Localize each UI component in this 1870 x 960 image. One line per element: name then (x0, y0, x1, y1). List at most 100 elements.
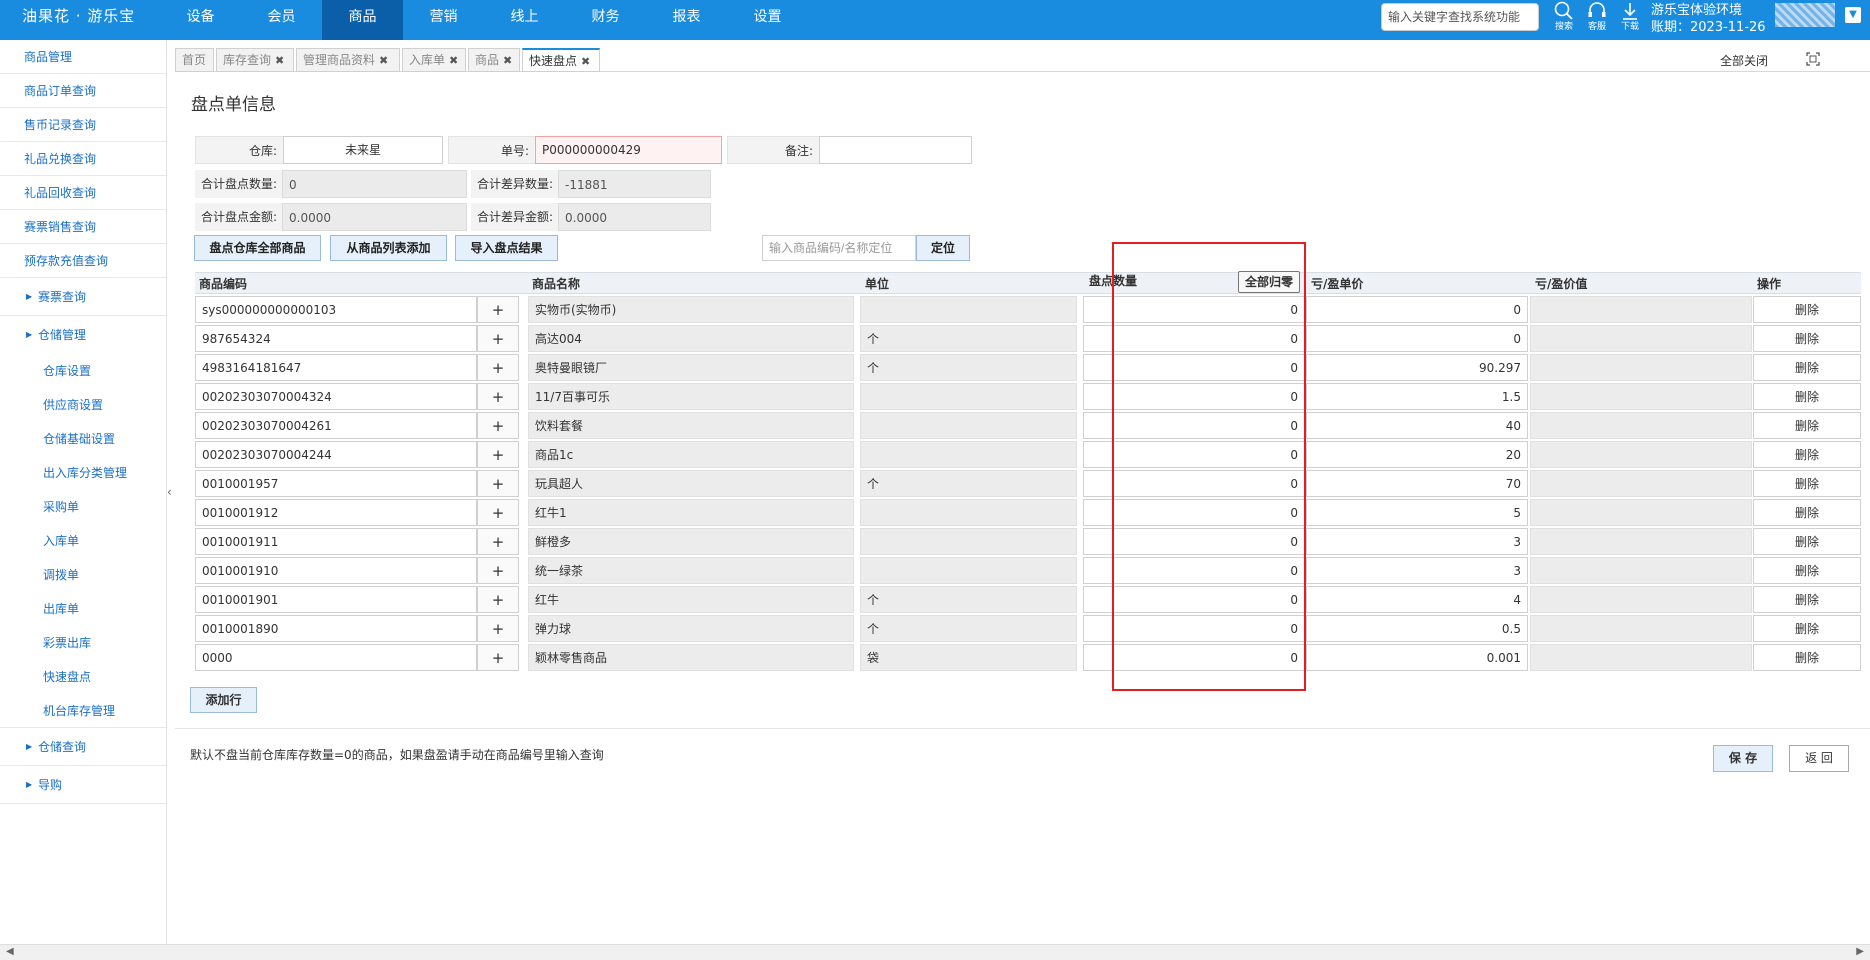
close-icon[interactable]: ✖ (275, 54, 284, 67)
sidebar-item-storage-basic-settings[interactable]: 仓储基础设置 (0, 422, 166, 456)
goods-code-field[interactable]: 0010001890 (195, 615, 477, 642)
goods-code-field[interactable]: sys000000000000103 (195, 296, 477, 323)
add-goods-button[interactable]: + (477, 296, 519, 323)
import-results-button[interactable]: 导入盘点结果 (455, 235, 558, 261)
delete-row-button[interactable]: 删除 (1753, 296, 1861, 323)
unit-price-field[interactable]: 40 (1306, 412, 1528, 439)
scroll-right-icon[interactable]: ▶ (1856, 946, 1864, 957)
close-all-tabs-button[interactable]: 全部关闭 (1720, 52, 1768, 69)
back-button[interactable]: 返 回 (1789, 745, 1849, 772)
unit-price-field[interactable]: 0.5 (1306, 615, 1528, 642)
delete-row-button[interactable]: 删除 (1753, 499, 1861, 526)
stocktake-quantity-field[interactable]: 0 (1083, 615, 1305, 642)
goods-code-field[interactable]: 0010001911 (195, 528, 477, 555)
add-goods-button[interactable]: + (477, 383, 519, 410)
delete-row-button[interactable]: 删除 (1753, 354, 1861, 381)
tab-goods[interactable]: 商品 ✖ (468, 48, 520, 72)
delete-row-button[interactable]: 删除 (1753, 412, 1861, 439)
sidebar-item-deposit[interactable]: 预存款充值查询 (0, 244, 166, 278)
unit-price-field[interactable]: 3 (1306, 528, 1528, 555)
nav-item-marketing[interactable]: 营销 (403, 0, 484, 40)
unit-price-field[interactable]: 3 (1306, 557, 1528, 584)
sidebar-item-outbound-order[interactable]: 出库单 (0, 592, 166, 626)
zero-all-button[interactable]: 全部归零 (1238, 271, 1300, 293)
add-goods-button[interactable]: + (477, 441, 519, 468)
goods-code-field[interactable]: 987654324 (195, 325, 477, 352)
sidebar-item-goods-management[interactable]: 商品管理 (0, 40, 166, 74)
nav-item-online[interactable]: 线上 (484, 0, 565, 40)
add-goods-button[interactable]: + (477, 412, 519, 439)
close-icon[interactable]: ✖ (581, 55, 590, 68)
sidebar-group-warehouse-query[interactable]: ▶ 仓储查询 (0, 728, 166, 766)
sidebar-item-ticket-sales[interactable]: 赛票销售查询 (0, 210, 166, 244)
goods-code-field[interactable]: 4983164181647 (195, 354, 477, 381)
stocktake-quantity-field[interactable]: 0 (1083, 499, 1305, 526)
unit-price-field[interactable]: 1.5 (1306, 383, 1528, 410)
sidebar-item-supplier-settings[interactable]: 供应商设置 (0, 388, 166, 422)
horizontal-scrollbar[interactable]: ◀ ▶ (0, 944, 1870, 960)
unit-price-field[interactable]: 20 (1306, 441, 1528, 468)
stocktake-quantity-field[interactable]: 0 (1083, 586, 1305, 613)
stocktake-quantity-field[interactable]: 0 (1083, 383, 1305, 410)
sidebar-item-machine-inventory[interactable]: 机台库存管理 (0, 694, 166, 728)
nav-item-reports[interactable]: 报表 (646, 0, 727, 40)
goods-code-field[interactable]: 00202303070004261 (195, 412, 477, 439)
close-icon[interactable]: ✖ (449, 54, 458, 67)
stocktake-quantity-field[interactable]: 0 (1083, 296, 1305, 323)
add-goods-button[interactable]: + (477, 499, 519, 526)
add-from-list-button[interactable]: 从商品列表添加 (330, 235, 447, 261)
tab-home[interactable]: 首页 (175, 48, 214, 72)
customer-service-tool[interactable]: 客服 (1583, 0, 1611, 36)
goods-code-field[interactable]: 0000 (195, 644, 477, 671)
unit-price-field[interactable]: 5 (1306, 499, 1528, 526)
sidebar-item-transfer-order[interactable]: 调拨单 (0, 558, 166, 592)
delete-row-button[interactable]: 删除 (1753, 528, 1861, 555)
close-icon[interactable]: ✖ (503, 54, 512, 67)
delete-row-button[interactable]: 删除 (1753, 557, 1861, 584)
delete-row-button[interactable]: 删除 (1753, 325, 1861, 352)
add-goods-button[interactable]: + (477, 615, 519, 642)
unit-price-field[interactable]: 90.297 (1306, 354, 1528, 381)
add-goods-button[interactable]: + (477, 644, 519, 671)
close-icon[interactable]: ✖ (379, 54, 388, 67)
nav-item-settings[interactable]: 设置 (727, 0, 808, 40)
delete-row-button[interactable]: 删除 (1753, 383, 1861, 410)
warehouse-field[interactable]: 未来星 (283, 136, 443, 164)
goods-code-field[interactable]: 0010001901 (195, 586, 477, 613)
nav-item-goods[interactable]: 商品 (322, 0, 403, 40)
add-goods-button[interactable]: + (477, 557, 519, 584)
stocktake-quantity-field[interactable]: 0 (1083, 354, 1305, 381)
stocktake-quantity-field[interactable]: 0 (1083, 528, 1305, 555)
delete-row-button[interactable]: 删除 (1753, 615, 1861, 642)
delete-row-button[interactable]: 删除 (1753, 441, 1861, 468)
goods-code-field[interactable]: 00202303070004324 (195, 383, 477, 410)
goods-code-field[interactable]: 00202303070004244 (195, 441, 477, 468)
sidebar-item-coin-sales[interactable]: 售币记录查询 (0, 108, 166, 142)
add-goods-button[interactable]: + (477, 586, 519, 613)
goods-code-field[interactable]: 0010001912 (195, 499, 477, 526)
locate-goods-input[interactable] (762, 235, 916, 261)
sidebar-collapse-icon[interactable]: ‹ (167, 485, 175, 499)
stocktake-quantity-field[interactable]: 0 (1083, 412, 1305, 439)
goods-code-field[interactable]: 0010001910 (195, 557, 477, 584)
save-button[interactable]: 保 存 (1713, 745, 1773, 772)
stocktake-quantity-field[interactable]: 0 (1083, 441, 1305, 468)
tab-inventory-query[interactable]: 库存查询 ✖ (216, 48, 294, 72)
stocktake-all-goods-button[interactable]: 盘点仓库全部商品 (194, 235, 321, 261)
stocktake-quantity-field[interactable]: 0 (1083, 325, 1305, 352)
scroll-left-icon[interactable]: ◀ (6, 946, 14, 957)
add-goods-button[interactable]: + (477, 354, 519, 381)
unit-price-field[interactable]: 0 (1306, 325, 1528, 352)
function-search-input[interactable] (1381, 3, 1539, 31)
tab-manage-goods[interactable]: 管理商品资料 ✖ (296, 48, 400, 72)
unit-price-field[interactable]: 0 (1306, 296, 1528, 323)
brand-logo[interactable]: 油果花 · 游乐宝 (22, 0, 135, 34)
nav-item-devices[interactable]: 设备 (160, 0, 241, 40)
sidebar-item-purchase-order[interactable]: 采购单 (0, 490, 166, 524)
remark-field[interactable] (819, 136, 972, 164)
nav-item-members[interactable]: 会员 (241, 0, 322, 40)
fullscreen-icon[interactable] (1806, 52, 1820, 66)
sidebar-item-inbound-order[interactable]: 入库单 (0, 524, 166, 558)
add-goods-button[interactable]: + (477, 325, 519, 352)
goods-code-field[interactable]: 0010001957 (195, 470, 477, 497)
